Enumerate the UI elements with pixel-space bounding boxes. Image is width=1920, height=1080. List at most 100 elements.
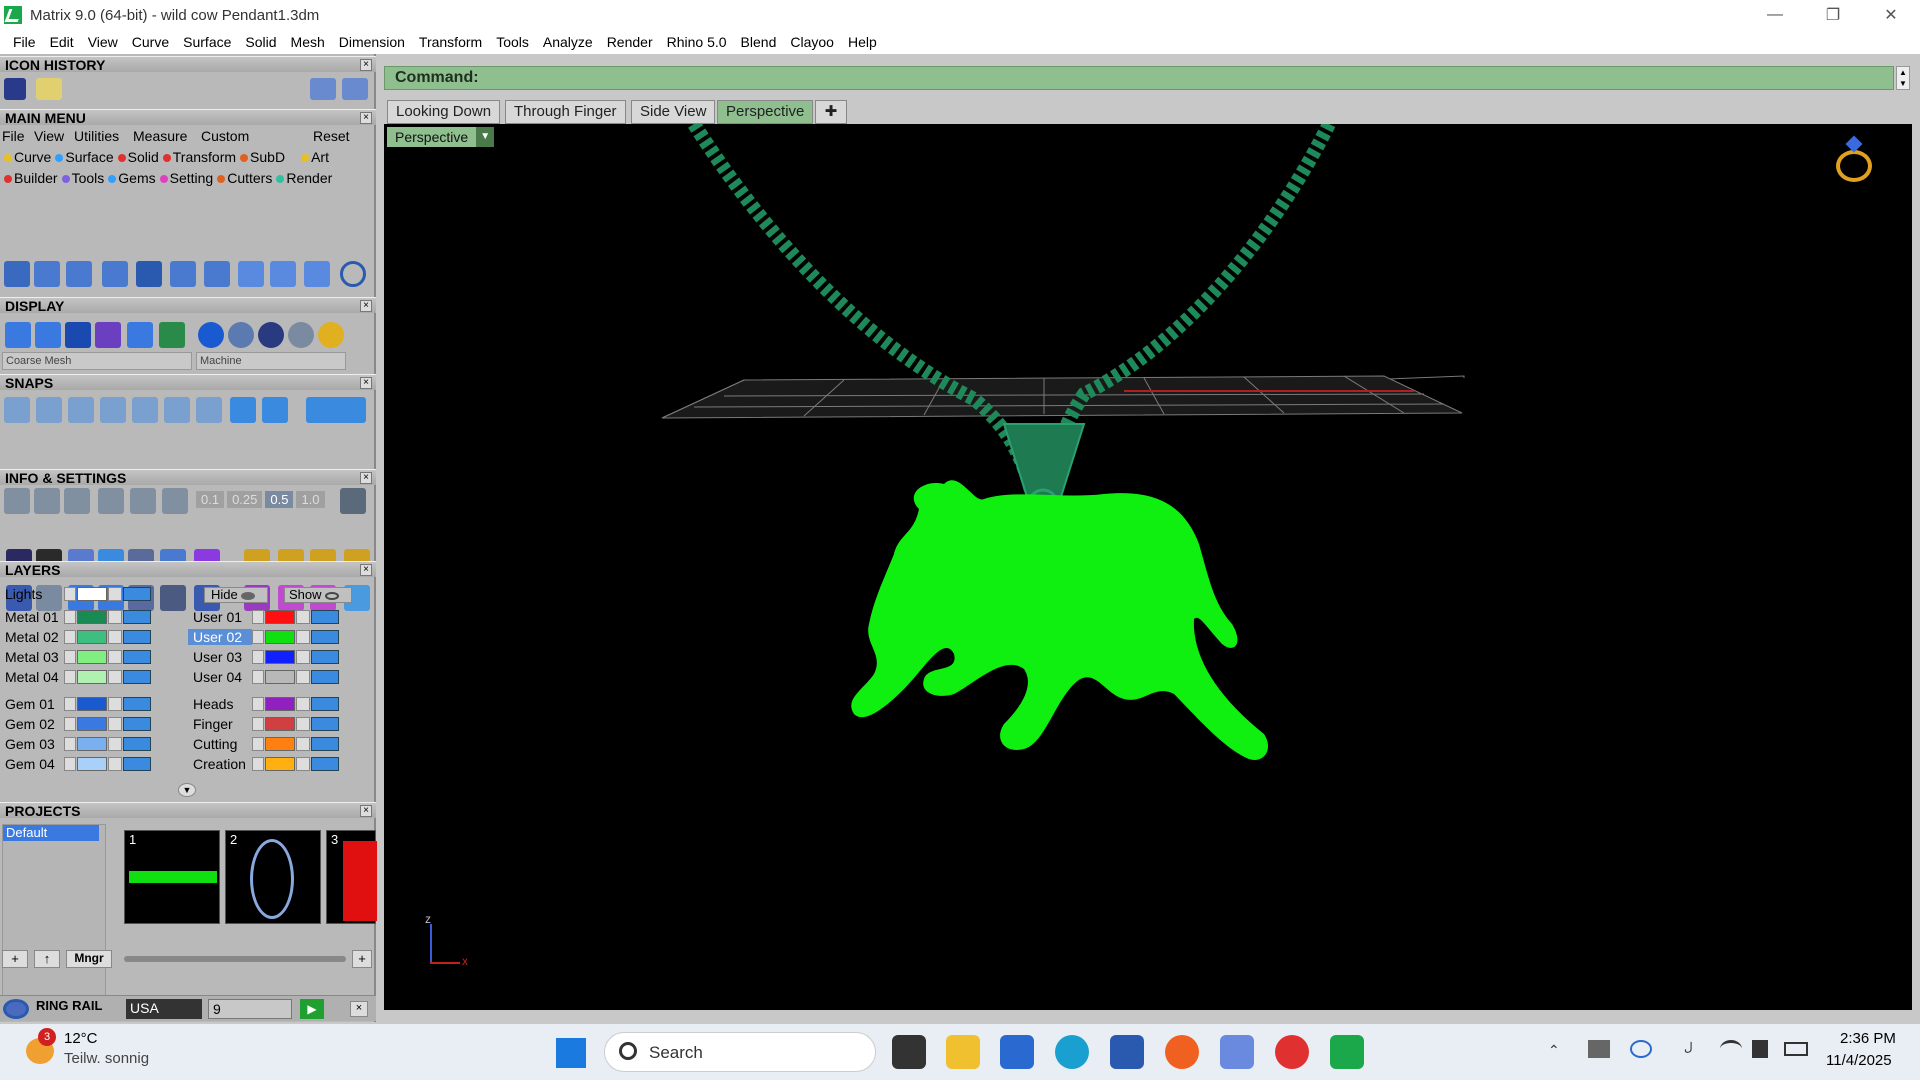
close-icon[interactable]: × bbox=[360, 472, 372, 484]
tray-chevron-icon[interactable]: ⌃ bbox=[1548, 1042, 1560, 1059]
mm-transform[interactable]: Transform bbox=[159, 149, 236, 167]
lock-icon[interactable] bbox=[296, 670, 310, 684]
menu-analyze[interactable]: Analyze bbox=[536, 34, 600, 50]
layer-color-swatch[interactable] bbox=[265, 670, 295, 684]
mm-builder[interactable]: Builder bbox=[0, 170, 58, 188]
snap-tan-icon[interactable] bbox=[230, 397, 256, 423]
lock-icon[interactable] bbox=[108, 737, 122, 751]
lock-icon[interactable] bbox=[108, 630, 122, 644]
ring-icon[interactable] bbox=[3, 999, 29, 1019]
mm-tools[interactable]: Tools bbox=[58, 170, 104, 188]
lock-icon[interactable] bbox=[296, 717, 310, 731]
snap-near-icon[interactable] bbox=[36, 397, 62, 423]
firefox-icon[interactable] bbox=[1165, 1035, 1199, 1069]
lock-icon[interactable] bbox=[108, 610, 122, 624]
expand-arrow-icon[interactable] bbox=[64, 610, 76, 624]
increment-0-1[interactable]: 0.1 bbox=[196, 491, 225, 508]
menu-surface[interactable]: Surface bbox=[176, 34, 238, 50]
viewport-dropdown-icon[interactable]: ▼ bbox=[476, 127, 495, 147]
expand-arrow-icon[interactable] bbox=[252, 717, 264, 731]
trim-tool-icon[interactable] bbox=[304, 261, 330, 287]
visibility-toggle[interactable] bbox=[311, 650, 339, 664]
lock-icon[interactable] bbox=[296, 630, 310, 644]
ring-standard-select[interactable]: USA bbox=[126, 999, 202, 1019]
expand-arrow-icon[interactable] bbox=[252, 630, 264, 644]
layer-row-gem-04[interactable]: Gem 04 bbox=[0, 755, 152, 773]
curve-tool-icon[interactable] bbox=[66, 261, 92, 287]
wireframe-display-icon[interactable] bbox=[5, 322, 31, 348]
upload-project-button[interactable]: ↑ bbox=[34, 950, 60, 968]
snap-quad-icon[interactable] bbox=[262, 397, 288, 423]
expand-arrow-icon[interactable] bbox=[64, 757, 76, 771]
mm-curve[interactable]: Curve bbox=[0, 149, 51, 167]
lock-icon[interactable] bbox=[296, 737, 310, 751]
layer-color-swatch[interactable] bbox=[77, 697, 107, 711]
azure-icon[interactable] bbox=[1000, 1035, 1034, 1069]
rendered-display-icon[interactable] bbox=[95, 322, 121, 348]
project-slot-1[interactable]: 1 bbox=[124, 830, 220, 924]
lock-icon[interactable] bbox=[108, 587, 122, 601]
mm-solid[interactable]: Solid bbox=[114, 149, 159, 167]
menu-dimension[interactable]: Dimension bbox=[332, 34, 412, 50]
layer-row-gem-01[interactable]: Gem 01 bbox=[0, 695, 152, 713]
mm-custom[interactable]: Custom bbox=[201, 128, 313, 146]
snap-perp-icon[interactable] bbox=[196, 397, 222, 423]
environment-display-icon[interactable] bbox=[127, 322, 153, 348]
panel-collapse-chevron-icon[interactable]: ▼ bbox=[178, 783, 196, 797]
layer-row-metal-04[interactable]: Metal 04 bbox=[0, 668, 152, 686]
mm-view[interactable]: View bbox=[34, 128, 74, 146]
layer-row-gem-03[interactable]: Gem 03 bbox=[0, 735, 152, 753]
close-icon[interactable]: × bbox=[360, 112, 372, 124]
project-default[interactable]: Default bbox=[3, 825, 99, 841]
planar-icon[interactable] bbox=[34, 488, 60, 514]
snipping-tool-icon[interactable] bbox=[1220, 1035, 1254, 1069]
tray-app-icon[interactable] bbox=[1588, 1040, 1610, 1058]
expand-arrow-icon[interactable] bbox=[64, 630, 76, 644]
layout-tool-icon[interactable] bbox=[4, 261, 30, 287]
lock-icon[interactable] bbox=[296, 757, 310, 771]
battery-icon[interactable] bbox=[1784, 1042, 1808, 1056]
close-icon[interactable]: × bbox=[360, 805, 372, 817]
snap-grid-settings-icon[interactable] bbox=[340, 488, 366, 514]
layer-row-heads[interactable]: Heads bbox=[188, 695, 340, 713]
visibility-toggle[interactable] bbox=[123, 757, 151, 771]
layer-row-user-04[interactable]: User 04 bbox=[188, 668, 340, 686]
project-scrollbar[interactable] bbox=[124, 956, 346, 962]
project-slot-2[interactable]: 2 bbox=[225, 830, 321, 924]
show-button[interactable]: Show bbox=[284, 587, 352, 603]
layer-color-swatch[interactable] bbox=[265, 757, 295, 771]
lock-icon[interactable] bbox=[296, 650, 310, 664]
language-icon[interactable]: ل bbox=[1684, 1040, 1693, 1054]
matrix-app-icon[interactable] bbox=[1330, 1035, 1364, 1069]
project-slot-3[interactable]: 3 bbox=[326, 830, 377, 924]
visibility-toggle[interactable] bbox=[311, 610, 339, 624]
visibility-toggle[interactable] bbox=[123, 630, 151, 644]
ungroup-tool-icon[interactable] bbox=[270, 261, 296, 287]
start-windows-icon[interactable] bbox=[556, 1038, 586, 1068]
material-select[interactable]: Machine bbox=[196, 352, 346, 370]
lock-icon[interactable] bbox=[296, 697, 310, 711]
visibility-toggle[interactable] bbox=[123, 587, 151, 601]
increment-0-25[interactable]: 0.25 bbox=[227, 491, 263, 508]
history-forward-icon[interactable] bbox=[342, 78, 368, 100]
visibility-toggle[interactable] bbox=[311, 630, 339, 644]
expand-arrow-icon[interactable] bbox=[64, 587, 76, 601]
menu-transform[interactable]: Transform bbox=[412, 34, 489, 50]
visibility-toggle[interactable] bbox=[123, 650, 151, 664]
store-icon[interactable] bbox=[1110, 1035, 1144, 1069]
manager-button[interactable]: Mngr bbox=[66, 950, 112, 968]
close-icon[interactable]: × bbox=[360, 59, 372, 71]
hide-button[interactable]: Hide bbox=[204, 587, 268, 603]
tab-looking-down[interactable]: Looking Down bbox=[387, 100, 501, 124]
layer-color-swatch[interactable] bbox=[265, 697, 295, 711]
layer-row-user-03[interactable]: User 03 bbox=[188, 648, 340, 666]
arc-tool-icon[interactable] bbox=[34, 261, 60, 287]
mirror-tool-icon[interactable] bbox=[102, 261, 128, 287]
mesh-quality-select[interactable]: Coarse Mesh bbox=[2, 352, 192, 370]
mm-measure[interactable]: Measure bbox=[133, 128, 201, 146]
menu-rhino[interactable]: Rhino 5.0 bbox=[660, 34, 734, 50]
mm-setting[interactable]: Setting bbox=[156, 170, 213, 188]
ring-build-play-button[interactable]: ▶ bbox=[300, 999, 324, 1019]
smart-track-icon[interactable] bbox=[98, 488, 124, 514]
expand-arrow-icon[interactable] bbox=[252, 650, 264, 664]
